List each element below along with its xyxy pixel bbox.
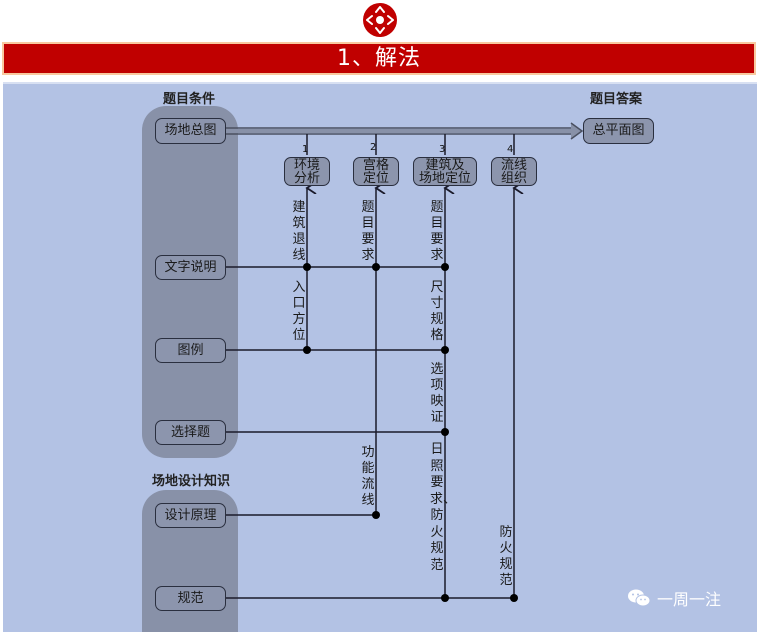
edge-label: 题目要求 <box>361 200 375 263</box>
junction-dot <box>372 511 380 519</box>
input-norms[interactable]: 规范 <box>155 586 226 611</box>
step-label-line2: 组织 <box>500 170 527 186</box>
edge-label: 题目要求 <box>430 200 444 263</box>
input-text-description[interactable]: 文字说明 <box>155 255 226 280</box>
step-grid-positioning[interactable]: 宫格 定位 <box>353 157 399 186</box>
edge-label: 选项映证 <box>430 362 444 425</box>
step-label-line1: 建筑及 <box>425 157 465 173</box>
connector-lines <box>226 122 584 602</box>
edge-label: 防火规范 <box>499 525 513 588</box>
step-label-line1: 环境 <box>293 157 320 173</box>
junction-dot <box>303 263 311 271</box>
input-multiple-choice[interactable]: 选择题 <box>155 420 226 445</box>
junction-dot <box>303 346 311 354</box>
edge-label: 功能流线 <box>361 445 375 508</box>
step-number: 1 <box>302 144 309 155</box>
junction-dot <box>441 346 449 354</box>
step-number: 2 <box>370 142 377 153</box>
step-label-line2: 定位 <box>362 170 389 186</box>
input-site-plan[interactable]: 场地总图 <box>155 118 226 144</box>
edge-label: 日照要求、防火规范 <box>430 442 457 573</box>
step-label-line2: 分析 <box>293 170 320 186</box>
step-label-line1: 宫格 <box>362 157 389 173</box>
edge-label: 尺寸规格 <box>430 280 444 343</box>
step-circulation-organization[interactable]: 流线 组织 <box>491 157 537 186</box>
step-number: 3 <box>439 144 446 155</box>
junction-dot <box>441 428 449 436</box>
step-label-line2: 场地定位 <box>418 170 471 186</box>
output-master-plan[interactable]: 总平面图 <box>583 118 654 144</box>
edge-label: 建筑退线 <box>292 200 306 263</box>
step-number: 4 <box>507 144 514 155</box>
step-environment-analysis[interactable]: 环境 分析 <box>284 157 330 186</box>
edge-label: 入口方位 <box>292 280 306 343</box>
junction-dot <box>510 594 518 602</box>
junction-dot <box>372 263 380 271</box>
input-legend[interactable]: 图例 <box>155 338 226 363</box>
watermark-text: 一周一注 <box>657 590 722 609</box>
wechat-icon <box>628 589 651 607</box>
input-design-principle[interactable]: 设计原理 <box>155 503 226 528</box>
junction-dot <box>441 594 449 602</box>
main-flow-arrow <box>226 122 584 140</box>
watermark: 一周一注 <box>627 586 721 610</box>
junction-dot <box>441 263 449 271</box>
step-label-line1: 流线 <box>500 157 527 173</box>
step-building-site-positioning[interactable]: 建筑及 场地定位 <box>413 157 477 186</box>
